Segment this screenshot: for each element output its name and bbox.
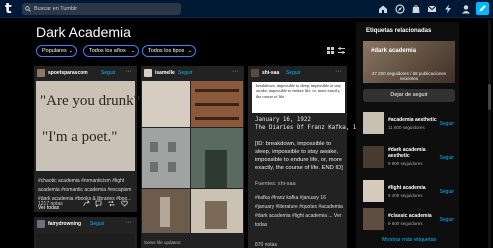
scrollbar[interactable] [488, 20, 491, 248]
top-navigation-bar: t [0, 0, 493, 18]
photo-building[interactable] [142, 128, 190, 188]
tag-thumbnail [363, 146, 384, 168]
create-post-button[interactable] [476, 2, 489, 15]
activity-icon[interactable] [443, 4, 453, 14]
tags-text: #chaotic academia #romanticism #light ac… [38, 178, 132, 202]
follow-button[interactable]: Seguir [178, 70, 192, 76]
reblog-icon[interactable] [108, 200, 115, 207]
unfollow-button[interactable]: Dejar de seguir [363, 89, 455, 102]
filter-popular-dropdown[interactable]: Populares ⌄ [36, 45, 77, 57]
tag-follower-count: 9 400 seguidores [388, 193, 423, 198]
tag-thumbnail [363, 112, 384, 134]
like-icon[interactable] [121, 200, 128, 207]
tag-thumbnail [363, 208, 384, 230]
post-header: fairydrowning Seguir ··· [34, 217, 137, 231]
page-title: Dark Academia [36, 24, 131, 40]
tag-follower-count: 9 600 seguidores [388, 221, 423, 226]
follow-tag-button[interactable]: Seguir [440, 121, 454, 127]
sidebar-title: Etiquetas relacionadas [366, 28, 432, 34]
featured-tag-name: #dark academia [371, 48, 417, 54]
related-tag-item[interactable]: #dark academia aesthetic 9 600 seguidore… [363, 146, 455, 171]
avatar[interactable] [251, 69, 259, 77]
photo-chair-room[interactable] [191, 189, 243, 233]
follow-tag-button[interactable]: Seguir [440, 189, 454, 195]
tumblr-logo[interactable]: t [5, 2, 12, 16]
tag-name: #dark academia aesthetic [388, 147, 426, 159]
post-username[interactable]: shi-saa [262, 70, 279, 76]
post-header: spoetsparascom Seguir ··· [34, 66, 137, 80]
post-tags[interactable]: #chaotic academia #romanticism #light ac… [38, 177, 133, 213]
scrollbar-thumb[interactable] [488, 84, 491, 110]
post-source[interactable]: Fuentes: shi-saa [255, 181, 296, 187]
post-card: fairydrowning Seguir ··· [34, 217, 137, 248]
filter-years-label: Todos los años [89, 48, 126, 54]
follow-button[interactable]: Seguir [90, 221, 104, 227]
quote-text: breakdown, impossible to sleep, impossib… [256, 83, 342, 99]
share-icon[interactable] [83, 200, 90, 207]
avatar[interactable] [144, 69, 152, 77]
more-options-icon[interactable]: ··· [232, 68, 239, 75]
featured-tag-stats: 47 200 seguidores / 68 publicaciones rec… [371, 71, 447, 81]
search-icon [25, 6, 31, 12]
photo-statue[interactable] [142, 189, 190, 233]
chevron-down-icon: ⌄ [68, 48, 73, 54]
image-quote-line: "Are you drunk?" [40, 93, 147, 109]
search-input[interactable] [34, 3, 174, 15]
related-tag-item[interactable]: #classic academia 9 600 seguidores Segui… [363, 208, 455, 233]
post-image[interactable]: "Are you drunk?" "I'm a poet." [36, 81, 146, 171]
more-options-icon[interactable]: ··· [335, 68, 342, 75]
shop-icon[interactable] [411, 4, 421, 14]
post-image[interactable] [37, 234, 134, 248]
chevron-down-icon: ⌄ [130, 48, 135, 54]
follow-button[interactable]: Seguir [286, 70, 300, 76]
avatar[interactable] [37, 220, 45, 228]
avatar[interactable] [37, 69, 45, 77]
settings-icon[interactable] [338, 47, 345, 54]
quote-image[interactable]: breakdown, impossible to sleep, impossib… [252, 82, 345, 113]
related-tag-item[interactable]: #light academia 9 400 seguidores Seguir [363, 180, 455, 205]
post-tags[interactable]: #kafka #franz kafka #january 16 #january… [255, 194, 345, 230]
search-box[interactable] [22, 3, 181, 15]
filter-years-dropdown[interactable]: Todos los años ⌄ [83, 45, 139, 57]
photo-curtain-window[interactable] [142, 81, 190, 127]
account-icon[interactable] [461, 4, 471, 14]
pencil-icon [479, 5, 486, 12]
comment-icon[interactable] [95, 200, 102, 208]
follow-tag-button[interactable]: Seguir [440, 217, 454, 223]
post-username[interactable]: isamelle [155, 70, 175, 76]
filter-types-dropdown[interactable]: Todos los tipos ⌄ [142, 45, 196, 57]
inbox-icon[interactable] [427, 4, 437, 14]
explore-icon[interactable] [395, 4, 405, 14]
featured-tag-card[interactable]: #dark academia 47 200 seguidores / 68 pu… [363, 41, 455, 83]
follow-button[interactable]: Seguir [101, 70, 115, 76]
filter-types-label: Todos los tipos [148, 48, 185, 54]
show-more-tags-link[interactable]: Mostrar más etiquetas [382, 237, 436, 243]
post-header: isamelle Seguir ··· [141, 66, 244, 80]
filter-popular-label: Populares [42, 48, 67, 54]
post-username[interactable]: fairydrowning [48, 221, 81, 227]
post-username[interactable]: spoetsparascom [48, 70, 88, 76]
photo-tree-door[interactable] [191, 128, 243, 188]
tag-name: #academia aesthetic [388, 117, 437, 123]
post-caption: Some life updates: [144, 240, 182, 245]
tag-thumbnail [363, 180, 384, 202]
more-options-icon[interactable]: ··· [125, 219, 132, 226]
post-body-text: [ID: breakdown, impossible to sleep, imp… [255, 141, 343, 171]
photo-bookshelf[interactable] [191, 81, 243, 127]
notes-count[interactable]: 1217 notas [38, 201, 63, 207]
tag-name: #light academia [388, 185, 426, 191]
follow-tag-button[interactable]: Seguir [440, 155, 454, 161]
grid-view-icon[interactable] [327, 47, 334, 54]
tag-follower-count: 9 600 seguidores [388, 161, 423, 166]
image-quote-line: "I'm a poet." [42, 129, 118, 145]
notes-count[interactable]: 870 notas [255, 242, 277, 248]
more-options-icon[interactable]: ··· [125, 68, 132, 75]
tag-name: #classic academia [388, 213, 432, 219]
home-icon[interactable] [378, 4, 388, 14]
tag-follower-count: 11 600 seguidores [388, 125, 425, 130]
chevron-down-icon: ⌄ [187, 48, 192, 54]
related-tag-item[interactable]: #academia aesthetic 11 600 seguidores Se… [363, 112, 455, 137]
post-header: shi-saa Seguir ··· [248, 66, 347, 80]
